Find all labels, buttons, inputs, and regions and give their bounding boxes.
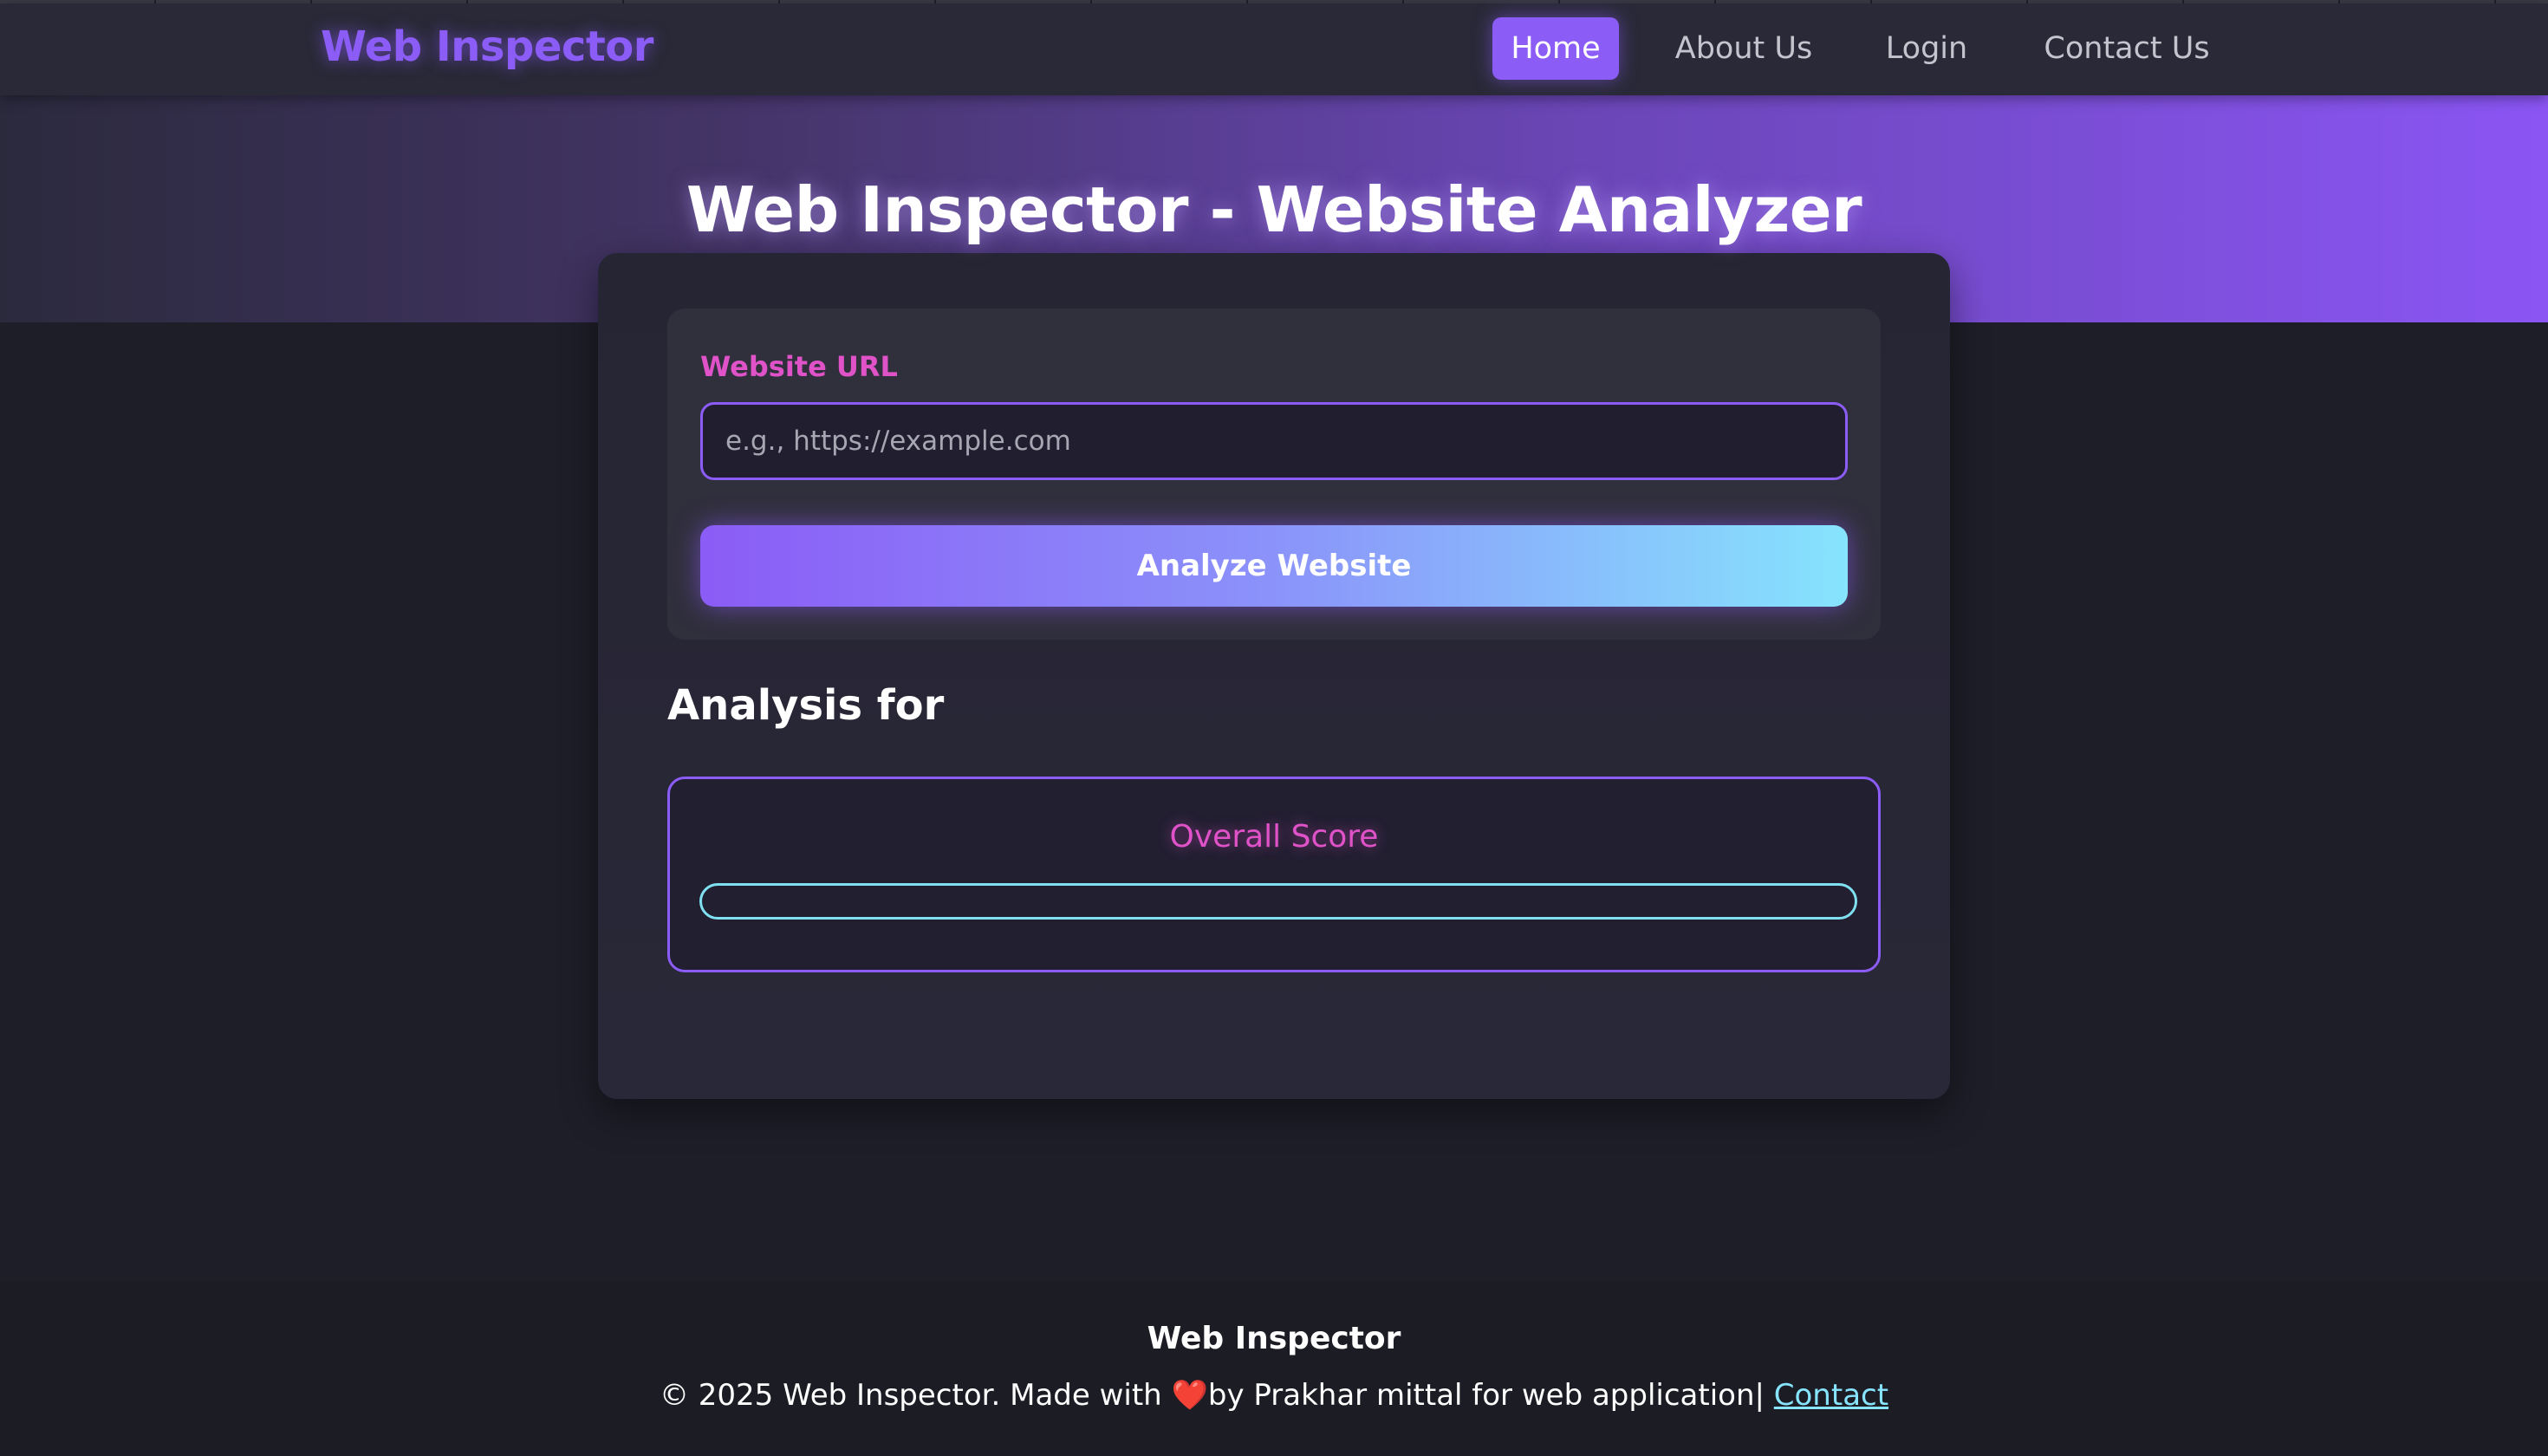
nav-item-contact-us[interactable]: Contact Us: [2026, 17, 2227, 80]
nav-item-home[interactable]: Home: [1492, 17, 1619, 80]
overall-score-panel: Overall Score: [667, 777, 1881, 972]
analyze-website-button[interactable]: Analyze Website: [700, 525, 1848, 607]
score-progress-bar: [699, 883, 1857, 920]
heart-icon: ❤️: [1171, 1378, 1208, 1413]
footer-copyright: © 2025 Web Inspector. Made with ❤️by Pra…: [0, 1378, 2548, 1413]
footer-credit-text: by Prakhar mittal for web application|: [1207, 1378, 1774, 1413]
brand-logo[interactable]: Web Inspector: [321, 23, 653, 71]
overall-score-label: Overall Score: [1169, 819, 1379, 855]
url-form: Website URL Analyze Website: [667, 309, 1881, 640]
footer: Web Inspector © 2025 Web Inspector. Made…: [0, 1281, 2548, 1456]
footer-contact-link[interactable]: Contact: [1774, 1378, 1888, 1413]
analyzer-card: Website URL Analyze Website Analysis for…: [598, 253, 1950, 1099]
analysis-heading: Analysis for: [667, 681, 945, 730]
page-title: Web Inspector - Website Analyzer: [686, 173, 1862, 246]
footer-brand: Web Inspector: [1147, 1321, 1401, 1356]
url-label: Website URL: [700, 350, 898, 383]
url-input[interactable]: [700, 402, 1848, 480]
navbar: Web Inspector Home About Us Login Contac…: [0, 3, 2548, 95]
nav-item-about-us[interactable]: About Us: [1659, 17, 1829, 80]
footer-copyright-text: © 2025 Web Inspector. Made with: [659, 1378, 1172, 1413]
nav-item-login[interactable]: Login: [1872, 17, 1981, 80]
